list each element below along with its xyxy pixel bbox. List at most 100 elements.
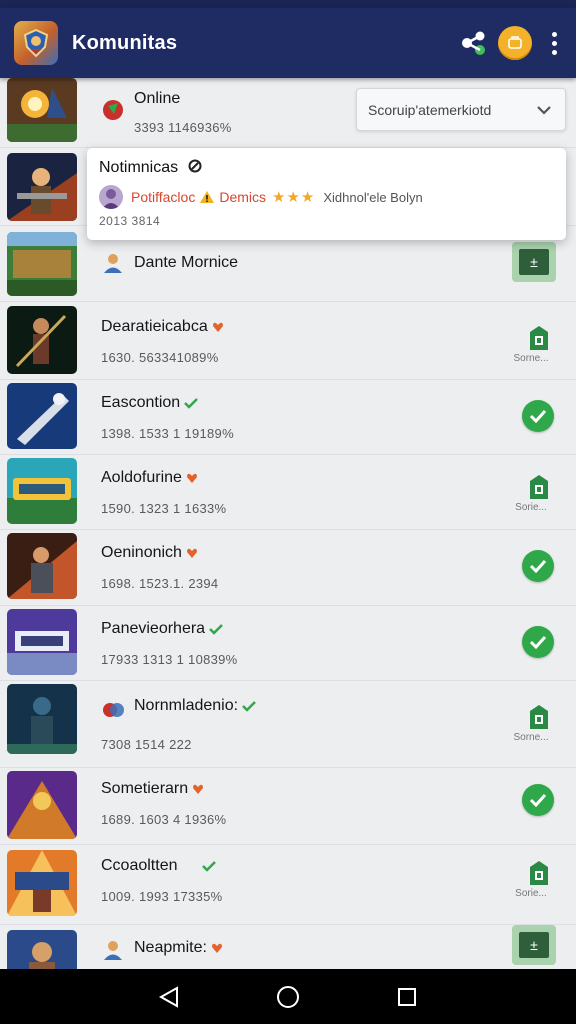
heart-icon [186,548,197,558]
list-item[interactable]: Dearatieicabca 1630. 563341089% Sorne... [0,302,576,380]
check-button[interactable] [522,550,554,582]
row-name: Online [134,90,181,107]
row-stats: 3393 1146936% [134,120,232,135]
list-item[interactable]: Panevieorhera 17933 1313 1 10839% [0,606,576,681]
dropdown-selected: Scoruip'atemerkiotd [368,101,492,118]
community-icon [104,941,122,960]
game-thumbnail [7,78,77,142]
store-button[interactable]: Sorne... [513,324,552,364]
game-thumbnail [7,684,77,754]
app-root: Komunitas Online 3393 1146936% Dante Mor… [0,0,576,1024]
list-item[interactable]: Aoldofurine 1590. 1323 1 1633% Sorie... [0,455,576,530]
coin-icon[interactable] [498,26,532,60]
row-name: Neapmite: [134,939,223,957]
heart-icon [212,322,223,332]
check-mark-icon [184,397,199,409]
check-icon [529,793,547,807]
popup-activity: Potiffacloc Demics ★★★ Xidhnol'ele Bolyn [99,184,423,210]
page-title: Komunitas [72,31,178,54]
list-item[interactable]: Ccoaoltten 1009. 1993 17335% Sorie... [0,845,576,925]
check-button[interactable] [522,784,554,816]
row-stats: 1398. 1533 1 19189% [101,426,234,441]
more-vert-icon[interactable] [544,25,564,61]
row-name: Nornmladenio: [134,697,256,715]
list-item[interactable]: Eascontion 1398. 1533 1 19189% [0,380,576,455]
game-thumbnail [7,771,77,839]
game-thumbnail [7,850,77,916]
heart-icon [211,943,222,953]
game-thumbnail [7,153,77,221]
row-name: Panevieorhera [101,620,223,638]
add-icon: ± [519,249,549,275]
list-item[interactable]: Nornmladenio: 7308 1514 222 Sorne... [0,681,576,768]
sort-dropdown[interactable]: Scoruip'atemerkiotd [356,88,566,131]
popup-title: Notimnicas [99,158,203,177]
app-bar: Komunitas [0,8,576,78]
store-label: Sorie... [515,888,547,899]
appbar-actions [456,25,564,61]
warning-icon [200,191,215,203]
rating-stars: ★★★ [272,189,316,206]
store-icon [530,326,548,350]
add-button[interactable]: ± [512,925,556,965]
game-thumbnail [7,930,77,969]
community-icon [103,703,124,717]
list-item[interactable]: Sometierarn 1689. 1603 4 1936% [0,768,576,845]
check-mark-icon [242,700,256,712]
row-name: Oeninonich [101,544,198,562]
game-thumbnail [7,533,77,599]
popup-user: Potiffacloc [131,189,196,205]
popup-event: Demics [219,189,267,205]
check-mark-icon [201,860,216,872]
row-name: Dante Mornice [134,254,239,271]
app-logo-icon[interactable] [14,21,58,65]
row-stats: 17933 1313 1 10839% [101,652,238,667]
check-mark-icon [209,623,223,635]
check-button[interactable] [522,626,554,658]
row-name: Ccoaoltten [101,857,216,875]
heart-icon [193,784,204,794]
game-thumbnail [7,609,77,675]
list-item[interactable]: Neapmite: ± [0,925,576,969]
row-stats: 1630. 563341089% [101,350,219,365]
store-label: Sorie... [515,502,547,513]
avatar [99,185,123,209]
game-thumbnail [7,306,77,374]
store-button[interactable]: Sorne... [513,703,552,743]
link-icon [188,159,202,173]
online-status-icon [103,100,123,120]
row-stats: 1698. 1523.1. 2394 [101,576,219,591]
notification-popup[interactable]: Notimnicas Potiffacloc Demics ★★★ Xidhno… [87,148,566,240]
check-button[interactable] [522,400,554,432]
heart-icon [186,473,197,483]
chevron-down-icon [537,106,551,115]
list-item[interactable]: Oeninonich 1698. 1523.1. 2394 [0,530,576,606]
row-stats: 1590. 1323 1 1633% [101,501,227,516]
check-icon [529,635,547,649]
home-icon[interactable] [273,982,303,1012]
back-icon[interactable] [154,982,184,1012]
row-stats: 1689. 1603 4 1936% [101,812,227,827]
row-name: Dearatieicabca [101,318,224,336]
add-icon: ± [519,932,549,958]
share-icon[interactable] [456,25,492,61]
store-label: Sorne... [513,732,549,743]
status-bar [0,0,576,8]
game-thumbnail [7,383,77,449]
store-button[interactable]: Sorie... [515,473,552,513]
row-name: Aoldofurine [101,469,198,487]
system-nav-bar [0,969,576,1024]
store-label: Sorne... [513,353,549,364]
row-name: Eascontion [101,394,199,412]
check-icon [529,409,547,423]
game-thumbnail [7,232,77,296]
popup-meta: 2013 3814 [99,214,161,228]
store-icon [530,861,548,885]
popup-detail: Xidhnol'ele Bolyn [323,189,423,205]
community-icon [104,254,122,273]
row-stats: 1009. 1993 17335% [101,889,223,904]
store-button[interactable]: Sorie... [515,859,552,899]
add-button[interactable]: ± [512,242,556,282]
recents-icon[interactable] [392,982,422,1012]
check-icon [529,559,547,573]
